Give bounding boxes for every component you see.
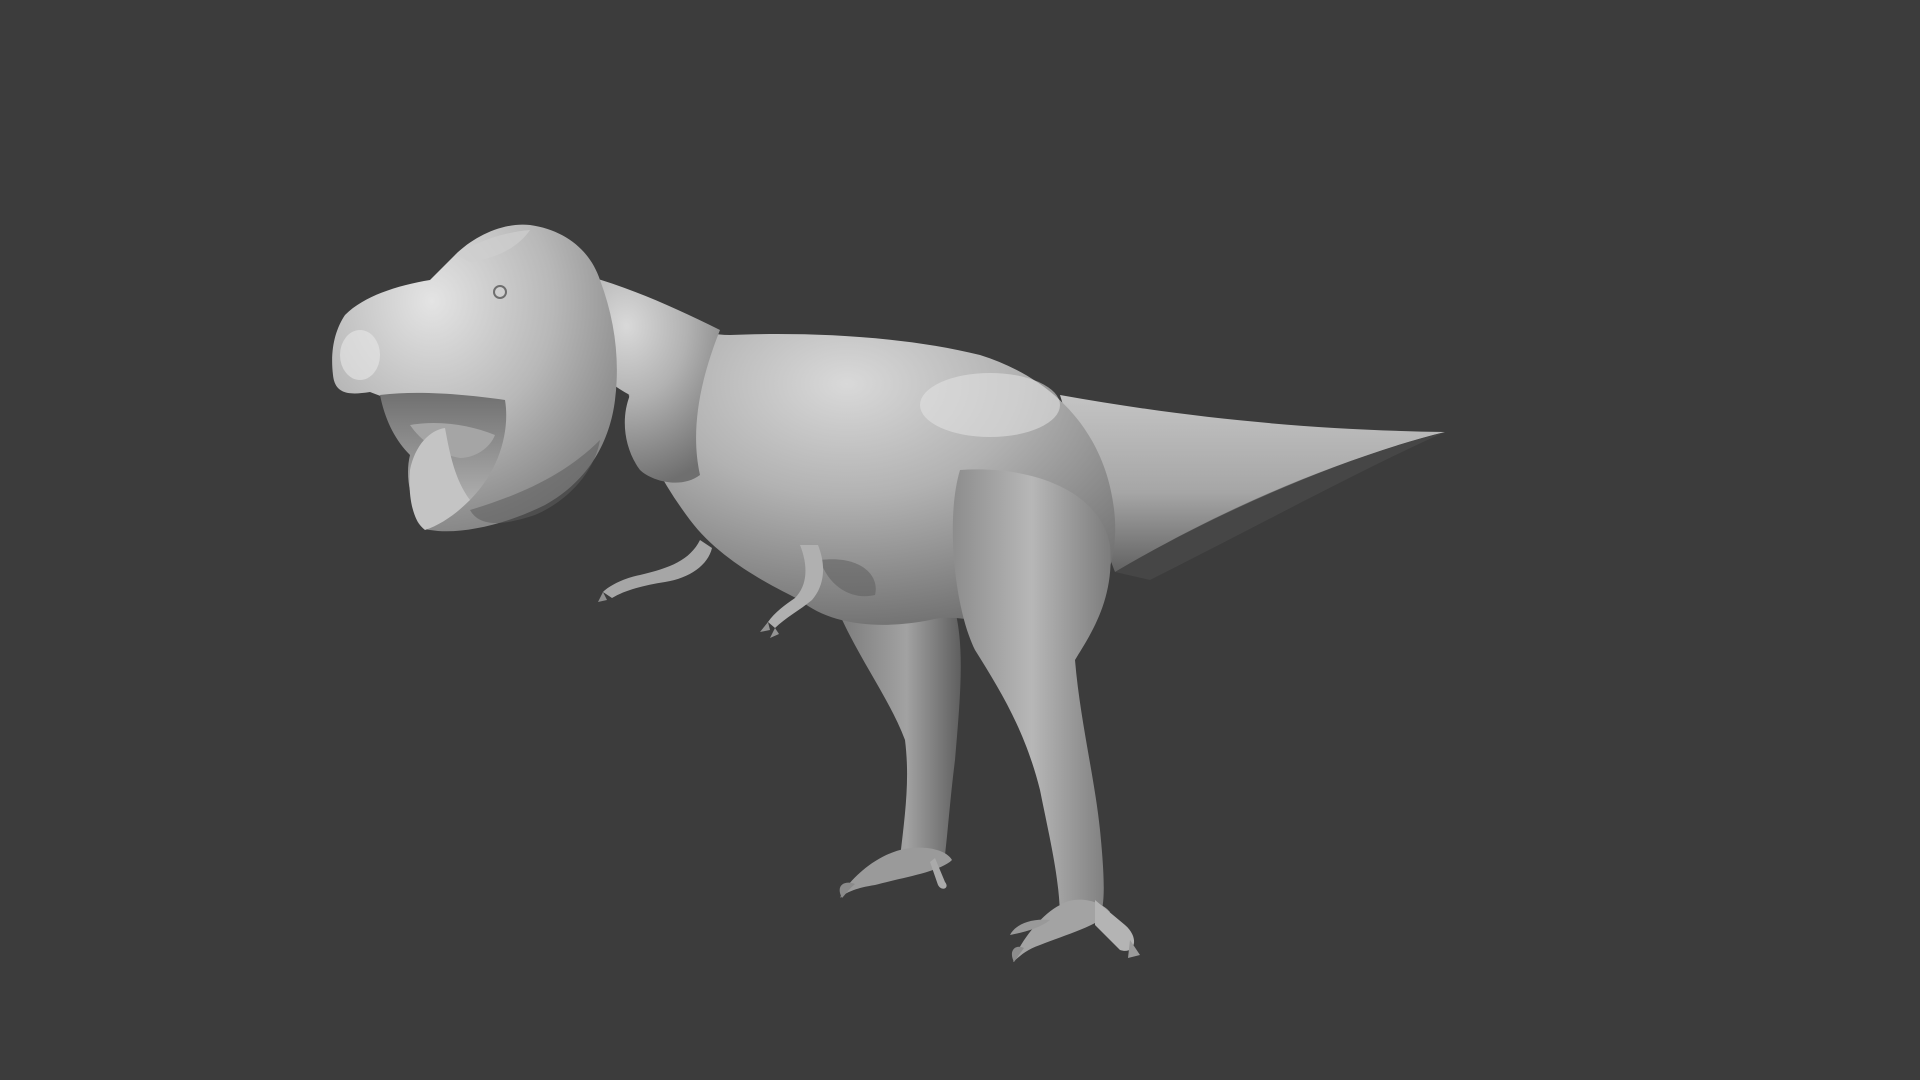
head <box>332 224 617 532</box>
left-arm <box>598 540 712 602</box>
back-leg <box>839 610 961 898</box>
t-rex-render <box>332 224 1445 962</box>
tail <box>1060 395 1445 572</box>
torso-highlight <box>920 373 1060 437</box>
snout-highlight <box>340 330 380 380</box>
render-viewport <box>0 0 1920 1080</box>
eye <box>493 285 507 299</box>
